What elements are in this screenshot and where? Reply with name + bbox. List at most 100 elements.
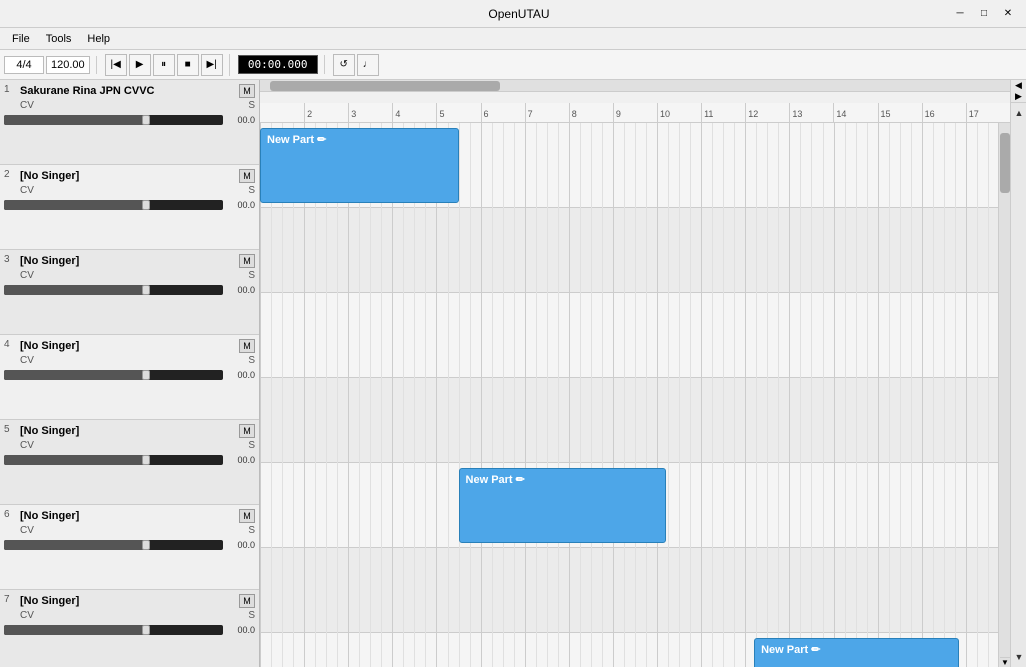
ruler-and-grid: 2 3 4 5 6 7 8 9 10 11 12 13 14 15 16 17	[260, 103, 1010, 667]
track-row-7: 7 [No Singer] M CV S 00.0	[0, 590, 259, 667]
track-fader-thumb-4[interactable]	[142, 370, 150, 380]
grid-row-2[interactable]	[260, 208, 998, 293]
ruler-mark-16: 17	[966, 103, 1010, 122]
track-cv-row-2: CV S	[20, 185, 255, 196]
track-fader-thumb-3[interactable]	[142, 285, 150, 295]
ruler: 2 3 4 5 6 7 8 9 10 11 12 13 14 15 16 17	[260, 103, 1010, 123]
ruler-mark-15: 16	[922, 103, 966, 122]
track-cv-label-2: CV	[20, 185, 34, 196]
track-cv-row-1: CV S	[20, 100, 255, 111]
track-solo-label-7[interactable]: S	[248, 610, 255, 621]
grid-row-4[interactable]	[260, 378, 998, 463]
track-solo-label-3[interactable]: S	[248, 270, 255, 281]
track-fader-thumb-2[interactable]	[142, 200, 150, 210]
track-solo-label-6[interactable]: S	[248, 525, 255, 536]
rewind-button[interactable]: |◀	[105, 54, 127, 76]
pause-button[interactable]: ⏸	[153, 54, 175, 76]
track-cv-label-7: CV	[20, 610, 34, 621]
track-fader-fill-5	[4, 455, 146, 465]
track-fader-5[interactable]	[4, 455, 223, 465]
track-mute-6[interactable]: M	[239, 509, 255, 523]
close-button[interactable]: ✕	[998, 4, 1018, 24]
scroll-down-button[interactable]: ▼	[1000, 657, 1010, 667]
track-mute-3[interactable]: M	[239, 254, 255, 268]
track-list: 1 Sakurane Rina JPN CVVC M CV S 00.0 2 […	[0, 80, 260, 667]
ruler-label-7: 8	[570, 110, 577, 119]
track-mute-4[interactable]: M	[239, 339, 255, 353]
ruler-label-4: 5	[437, 110, 444, 119]
track-name-5: [No Singer]	[20, 425, 237, 437]
ruler-mark-3: 4	[392, 103, 436, 122]
track-solo-label-5[interactable]: S	[248, 440, 255, 451]
track-cv-label-4: CV	[20, 355, 34, 366]
ruler-mark-7: 8	[569, 103, 613, 122]
track-fader-2[interactable]	[4, 200, 223, 210]
track-row-6: 6 [No Singer] M CV S 00.0	[0, 505, 259, 590]
track-fader-thumb-1[interactable]	[142, 115, 150, 125]
track-fader-thumb-6[interactable]	[142, 540, 150, 550]
track-fader-7[interactable]	[4, 625, 223, 635]
track-header-2: [No Singer] M	[4, 169, 255, 183]
menu-help[interactable]: Help	[79, 31, 118, 47]
ruler-label-11: 12	[746, 110, 758, 119]
part-2[interactable]: New Part ✏	[459, 468, 666, 543]
ruler-mark-6: 7	[525, 103, 569, 122]
part-label-2: New Part ✏	[466, 474, 525, 486]
nav-right-button[interactable]: ▶	[1011, 91, 1026, 102]
h-scrollbar-thumb[interactable]	[270, 81, 500, 91]
ruler-mark-10: 11	[701, 103, 745, 122]
track-fader-row-2: 00.0	[4, 200, 255, 210]
grid-row-3[interactable]	[260, 293, 998, 378]
nav-left-button[interactable]: ◀	[1011, 80, 1026, 91]
minimize-button[interactable]: ─	[950, 4, 970, 24]
track-fader-1[interactable]	[4, 115, 223, 125]
track-header-5: [No Singer] M	[4, 424, 255, 438]
metronome-button[interactable]: ♩	[357, 54, 379, 76]
track-name-4: [No Singer]	[20, 340, 237, 352]
part-label-1: New Part ✏	[267, 134, 326, 146]
track-fader-3[interactable]	[4, 285, 223, 295]
content-area: 1 Sakurane Rina JPN CVVC M CV S 00.0 2 […	[0, 80, 1026, 667]
track-solo-label-4[interactable]: S	[248, 355, 255, 366]
track-fader-fill-3	[4, 285, 146, 295]
track-fader-thumb-7[interactable]	[142, 625, 150, 635]
track-header-4: [No Singer] M	[4, 339, 255, 353]
main-area: 1 Sakurane Rina JPN CVVC M CV S 00.0 2 […	[0, 80, 1026, 667]
track-fader-6[interactable]	[4, 540, 223, 550]
menu-tools[interactable]: Tools	[38, 31, 80, 47]
track-mute-1[interactable]: M	[239, 84, 255, 98]
horizontal-scrollbar[interactable]	[260, 80, 1010, 92]
maximize-button[interactable]: □	[974, 4, 994, 24]
fastforward-button[interactable]: ▶|	[201, 54, 223, 76]
nav-down-button[interactable]: ▼	[1011, 647, 1026, 667]
time-signature[interactable]: 4/4	[4, 56, 44, 74]
track-vol-7: 00.0	[227, 625, 255, 635]
grid-row-6[interactable]	[260, 548, 998, 633]
ruler-mark-13: 14	[833, 103, 877, 122]
track-fader-4[interactable]	[4, 370, 223, 380]
track-name-1: Sakurane Rina JPN CVVC	[20, 85, 237, 97]
track-vol-4: 00.0	[227, 370, 255, 380]
track-name-7: [No Singer]	[20, 595, 237, 607]
track-mute-2[interactable]: M	[239, 169, 255, 183]
play-button[interactable]: ▶	[129, 54, 151, 76]
nav-up-button[interactable]: ▲	[1011, 103, 1026, 123]
track-mute-5[interactable]: M	[239, 424, 255, 438]
part-1[interactable]: New Part ✏	[260, 128, 459, 203]
track-solo-label-2[interactable]: S	[248, 185, 255, 196]
track-fader-thumb-5[interactable]	[142, 455, 150, 465]
track-mute-7[interactable]: M	[239, 594, 255, 608]
track-cv-label-1: CV	[20, 100, 34, 111]
track-header-3: [No Singer] M	[4, 254, 255, 268]
menu-file[interactable]: File	[4, 31, 38, 47]
part-3[interactable]: New Part ✏	[754, 638, 959, 667]
bpm[interactable]: 120.00	[46, 56, 90, 74]
vertical-scrollbar[interactable]: ▼	[998, 123, 1010, 667]
stop-button[interactable]: ■	[177, 54, 199, 76]
v-scrollbar-thumb[interactable]	[1000, 133, 1010, 193]
ruler-label-5: 6	[482, 110, 489, 119]
track-header-7: [No Singer] M	[4, 594, 255, 608]
track-solo-label-1[interactable]: S	[248, 100, 255, 111]
loop-button[interactable]: ↺	[333, 54, 355, 76]
ruler-mark-2: 3	[348, 103, 392, 122]
